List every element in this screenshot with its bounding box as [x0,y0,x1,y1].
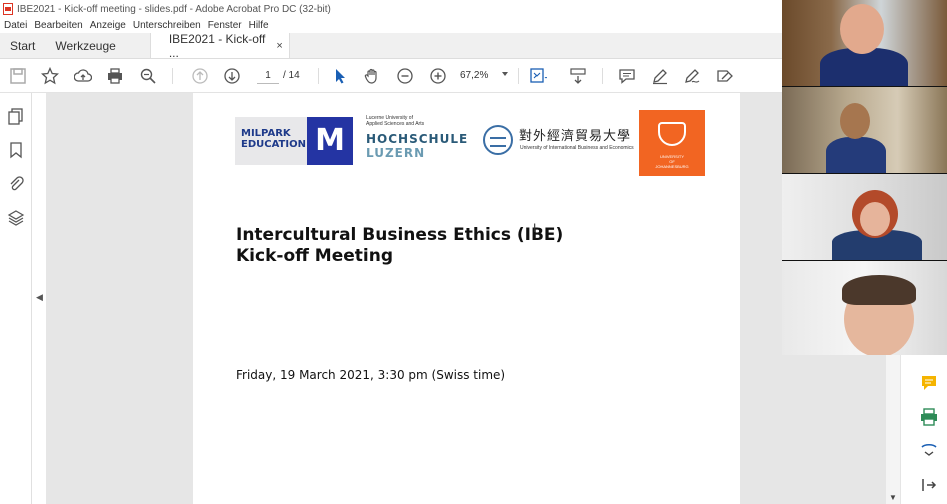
comment-icon[interactable] [617,66,637,86]
menu-anzeige[interactable]: Anzeige [90,20,126,31]
menu-bearbeiten[interactable]: Bearbeiten [34,20,82,31]
participant-face [840,103,870,139]
protect-tool-icon[interactable] [919,439,939,459]
expand-pane-icon[interactable] [919,475,939,495]
slide-title-line2: Kick-off Meeting [236,246,394,266]
page-up-icon[interactable] [190,66,210,86]
pdf-app-icon [3,3,13,15]
milpark-logo-mark: M [307,117,353,165]
print-production-icon[interactable] [919,407,939,427]
zoom-in-icon[interactable] [428,66,448,86]
menu-hilfe[interactable]: Hilfe [249,20,269,31]
menu-bar: Datei Bearbeiten Anzeige Unterschreiben … [0,18,782,33]
toolbar-divider [172,68,173,84]
hslu-logo-subtitle: Lucerne University of Applied Sciences a… [366,115,425,127]
pdf-page: MILPARK EDUCATION M Lucerne University o… [193,93,740,504]
menu-unterschreiben[interactable]: Unterschreiben [133,20,201,31]
hand-tool-icon[interactable] [362,66,382,86]
video-tile-participant-1[interactable] [782,0,947,86]
zoom-search-icon[interactable] [138,66,158,86]
fill-sign-icon[interactable] [715,66,735,86]
hslu-logo-line1: HOCHSCHULE [366,132,469,146]
window-title: IBE2021 - Kick-off meeting - slides.pdf … [17,3,331,15]
star-icon[interactable] [40,66,60,86]
fit-page-icon[interactable] [528,66,548,86]
participant-hair [842,275,916,305]
toolbar-divider [518,68,519,84]
milpark-logo-text: MILPARK EDUCATION [241,128,306,150]
tab-close-icon[interactable]: × [276,40,282,52]
video-tile-participant-4[interactable] [782,261,947,355]
scroll-down-arrow-icon[interactable]: ▼ [889,493,897,502]
page-down-icon[interactable] [222,66,242,86]
tab-document[interactable]: IBE2021 - Kick-off ... × [149,31,290,60]
zoom-dropdown-icon[interactable] [502,72,508,76]
toolbar: 1 / 14 67,2% [0,59,782,93]
highlight-pen-icon[interactable] [650,66,670,86]
page-thumbnails-icon[interactable] [7,107,25,125]
tab-row: Start Werkzeuge IBE2021 - Kick-off ... × [0,31,782,60]
collapse-pane-icon[interactable]: ◀ [36,292,43,303]
video-tile-participant-3[interactable] [782,174,947,260]
toolbar-divider [602,68,603,84]
slide-date: Friday, 19 March 2021, 3:30 pm (Swiss ti… [236,368,506,382]
participant-face [860,202,890,236]
uibe-logo: 對外經濟貿易大學 University of International Bus… [483,123,634,157]
uibe-logo-chinese: 對外經濟貿易大學 [519,129,632,144]
select-pointer-icon[interactable] [330,66,350,86]
zoom-level[interactable]: 67,2% [460,68,510,84]
uibe-globe-icon [483,125,513,155]
text-cursor-icon: I [533,221,537,235]
university-of-johannesburg-logo: UNIVERSITY OF JOHANNESBURG [639,110,705,176]
hslu-logo-line2: LUZERN [366,146,426,160]
page-total: / 14 [283,70,300,81]
hochschule-luzern-logo: Lucerne University of Applied Sciences a… [366,115,476,167]
save-icon[interactable] [8,66,28,86]
milpark-education-logo: MILPARK EDUCATION M [235,117,353,165]
tab-start[interactable]: Start [0,33,45,58]
layers-icon[interactable] [7,209,25,227]
participant-body [826,137,886,173]
scroll-mode-icon[interactable] [568,66,588,86]
participant-face [840,4,884,54]
page-number-input[interactable]: 1 [257,68,279,84]
bookmark-icon[interactable] [7,141,25,159]
slide-title-line1: Intercultural Business Ethics (IBE) [236,225,564,245]
print-icon[interactable] [105,66,125,86]
toolbar-divider [318,68,319,84]
document-view[interactable]: MILPARK EDUCATION M Lucerne University o… [46,93,886,504]
right-tools-pane [900,355,947,504]
upload-cloud-icon[interactable] [73,66,93,86]
menu-datei[interactable]: Datei [4,20,27,31]
uibe-logo-english: University of International Business and… [520,145,634,151]
sign-icon[interactable] [682,66,702,86]
left-navigation-pane [0,93,32,504]
tab-tools[interactable]: Werkzeuge [45,33,125,58]
video-tile-participant-2[interactable] [782,87,947,173]
uj-crest-icon [658,122,686,146]
tab-document-label: IBE2021 - Kick-off ... [168,31,266,60]
title-bar: IBE2021 - Kick-off meeting - slides.pdf … [0,0,782,18]
zoom-out-icon[interactable] [395,66,415,86]
uj-logo-caption: UNIVERSITY OF JOHANNESBURG [655,154,689,169]
comment-tool-icon[interactable] [919,373,939,393]
vertical-scrollbar[interactable]: ▼ [886,355,900,504]
menu-fenster[interactable]: Fenster [208,20,242,31]
video-call-strip [782,0,947,355]
attachment-icon[interactable] [7,175,25,193]
